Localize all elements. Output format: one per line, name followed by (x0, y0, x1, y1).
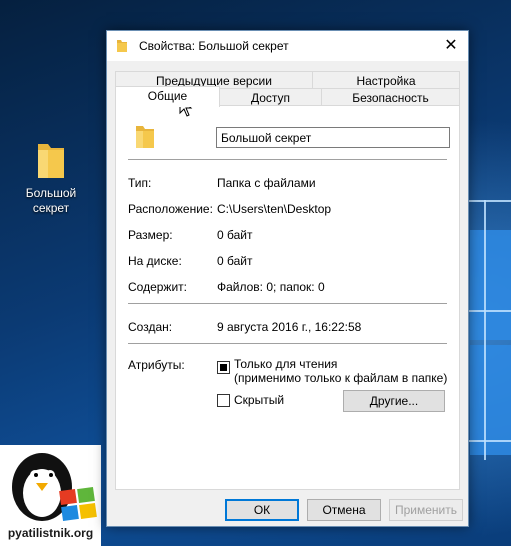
size-label: Размер: (128, 228, 173, 242)
contains-label: Содержит: (128, 280, 187, 294)
cancel-button[interactable]: Отмена (307, 499, 381, 521)
windows-logo-line (484, 200, 486, 460)
tab-label: Безопасность (352, 91, 429, 105)
general-tab-panel: Большой секрет Тип: Папка с файлами Расп… (115, 105, 460, 490)
desktop-folder-icon[interactable]: Большой секрет (16, 140, 86, 216)
folder-name-value: Большой секрет (221, 131, 312, 145)
cancel-button-label: Отмена (322, 503, 366, 517)
folder-icon (117, 40, 127, 52)
desktop-icon-label-line2: секрет (32, 201, 70, 215)
size-value: 0 байт (217, 228, 253, 242)
windows-logo-pane (470, 230, 511, 340)
tab-sharing[interactable]: Доступ (219, 88, 322, 106)
desktop-icon-label-line1: Большой (25, 186, 77, 200)
folder-icon (38, 144, 64, 178)
advanced-button-label: Другие... (369, 394, 419, 408)
location-label: Расположение: (128, 202, 213, 216)
tab-security[interactable]: Безопасность (321, 88, 460, 106)
properties-dialog: Свойства: Большой секрет ✕ Предыдущие ве… (106, 30, 469, 527)
hidden-label: Скрытый (234, 393, 285, 407)
penguin-logo-icon (12, 453, 97, 522)
windows-logo-pane (470, 345, 511, 455)
close-button[interactable]: ✕ (434, 31, 468, 61)
folder-name-input[interactable]: Большой секрет (216, 127, 450, 148)
close-icon: ✕ (444, 37, 458, 54)
tab-label: Доступ (250, 91, 291, 105)
apply-button[interactable]: Применить (389, 499, 463, 521)
created-value: 9 августа 2016 г., 16:22:58 (217, 320, 362, 334)
folder-icon (136, 126, 154, 148)
tab-general[interactable]: Общие (115, 86, 220, 107)
type-value: Папка с файлами (217, 176, 316, 190)
created-label: Создан: (128, 320, 173, 334)
hidden-checkbox[interactable] (217, 394, 230, 407)
windows-logo-line (468, 440, 511, 442)
size-on-disk-value: 0 байт (217, 254, 253, 268)
size-on-disk-label: На диске: (128, 254, 182, 268)
watermark-logo: pyatilistnik.org (0, 445, 101, 546)
advanced-button[interactable]: Другие... (343, 390, 445, 412)
readonly-label-line1: Только для чтения (234, 357, 338, 371)
readonly-checkbox[interactable] (217, 361, 230, 374)
dialog-title: Свойства: Большой секрет (139, 39, 289, 53)
type-label: Тип: (128, 176, 152, 190)
attributes-label: Атрибуты: (128, 358, 185, 372)
contains-value: Файлов: 0; папок: 0 (217, 280, 325, 294)
windows-logo-line (468, 310, 511, 312)
separator (128, 159, 447, 160)
readonly-label-line2: (применимо только к файлам в папке) (234, 371, 448, 385)
tab-label: Настройка (356, 74, 416, 88)
location-value: C:\Users\ten\Desktop (217, 202, 332, 216)
separator (128, 303, 447, 304)
separator (128, 343, 447, 344)
ok-button[interactable]: ОК (225, 499, 299, 521)
windows-logo-line (468, 200, 511, 202)
watermark-text: pyatilistnik.org (7, 526, 94, 540)
tab-customize[interactable]: Настройка (312, 71, 460, 89)
title-bar[interactable]: Свойства: Большой секрет ✕ (107, 31, 468, 61)
apply-button-label: Применить (394, 503, 457, 517)
indeterminate-mark (220, 364, 227, 371)
tab-label: Общие (147, 89, 188, 103)
ok-button-label: ОК (253, 503, 271, 517)
